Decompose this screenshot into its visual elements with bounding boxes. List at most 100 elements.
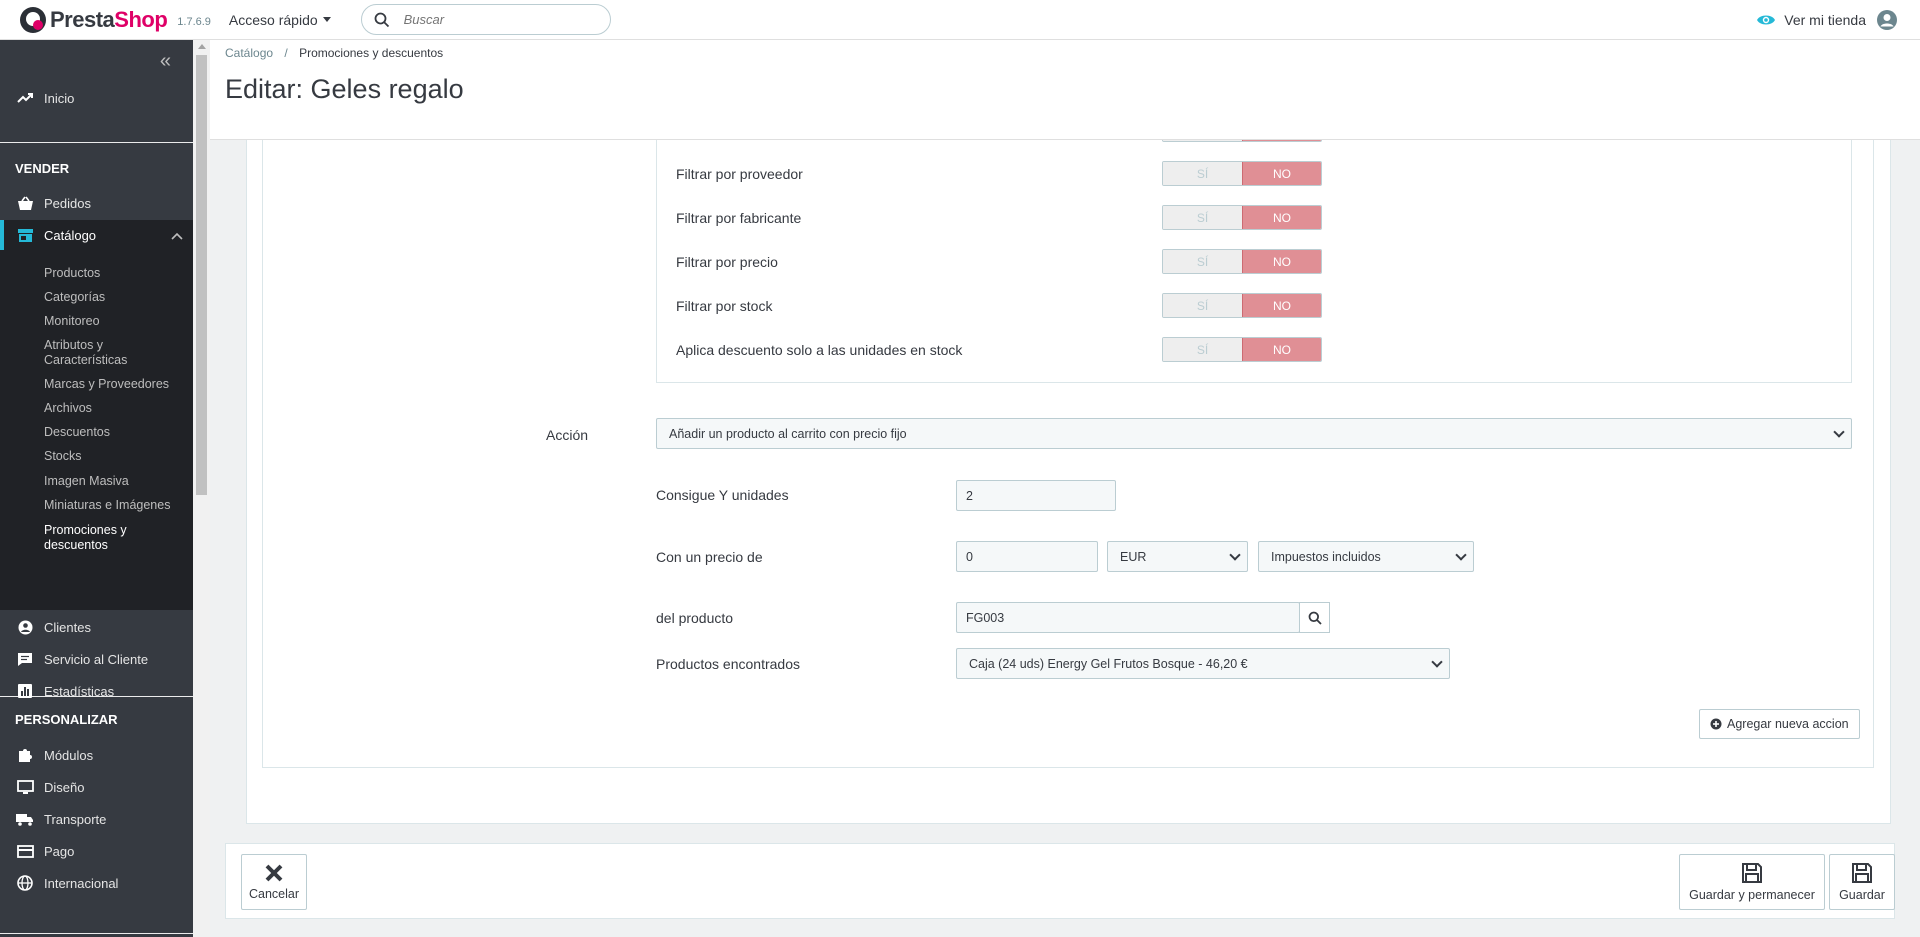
filter-stock-toggle[interactable]: SÍ NO [1162,293,1322,318]
toggle-no[interactable]: NO [1242,162,1321,185]
search-icon [374,12,389,27]
sidebar-item-orders[interactable]: Pedidos [0,193,193,213]
sidebar-item-customer-service[interactable]: Servicio al Cliente [0,649,193,669]
sidebar-divider [0,142,193,143]
chevron-down-icon [1833,426,1845,438]
submenu-item-discounts[interactable]: Descuentos [44,425,184,440]
toggle-no[interactable]: NO [1242,294,1321,317]
found-products-value: Caja (24 uds) Energy Gel Frutos Bosque -… [969,656,1248,671]
add-action-label: Agregar nueva accion [1727,717,1849,731]
trending-up-icon [16,89,34,107]
found-products-select[interactable]: Caja (24 uds) Energy Gel Frutos Bosque -… [956,648,1450,679]
cancel-button[interactable]: Cancelar [241,854,307,910]
tax-select[interactable]: Impuestos incluidos [1258,541,1474,572]
sidebar-scrollbar[interactable] [193,40,210,937]
plus-circle-icon [1710,718,1722,730]
filter-price-label: Filtrar por precio [676,254,778,270]
breadcrumb-parent-link[interactable]: Catálogo [225,46,273,60]
sidebar-item-international[interactable]: Internacional [0,873,193,893]
version-label: 1.7.6.9 [177,15,211,28]
submenu-item-stocks[interactable]: Stocks [44,449,184,464]
filter-price-toggle[interactable]: SÍ NO [1162,249,1322,274]
toggle-no[interactable]: NO [1242,206,1321,229]
sidebar-item-shipping[interactable]: Transporte [0,809,193,829]
submenu-item-thumbnails[interactable]: Miniaturas e Imágenes [44,498,184,513]
bar-chart-icon [16,682,34,700]
sidebar-divider [0,696,193,697]
save-button[interactable]: Guardar [1829,854,1895,910]
submenu-item-categories[interactable]: Categorías [44,290,184,305]
top-header: PrestaShop 1.7.6.9 Acceso rápido Ver mi … [0,0,1920,40]
toggle-yes[interactable]: SÍ [1163,162,1242,185]
sidebar-item-home[interactable]: Inicio [0,88,193,108]
submenu-item-bulk-image[interactable]: Imagen Masiva [44,474,184,489]
sidebar-item-label: Servicio al Cliente [44,651,149,667]
toggle-no[interactable]: NO [1242,338,1321,361]
collapse-sidebar-icon[interactable]: « [160,50,171,73]
filter-supplier-label: Filtrar por proveedor [676,166,803,182]
truck-icon [16,810,34,828]
sidebar-item-modules[interactable]: Módulos [0,745,193,765]
action-select-value: Añadir un producto al carrito con precio… [669,426,907,441]
scroll-up-arrow-icon[interactable] [198,44,206,49]
toggle-no[interactable]: NO [1242,250,1321,273]
add-action-button[interactable]: Agregar nueva accion [1699,709,1860,739]
toggle-yes[interactable]: SÍ [1163,206,1242,229]
eye-icon [1757,15,1776,24]
sidebar-item-catalog[interactable]: Catálogo [0,220,193,250]
product-search-input[interactable]: FG003 [956,602,1300,633]
price-input[interactable]: 0 [956,541,1098,572]
submenu-item-files[interactable]: Archivos [44,401,184,416]
section-customize-heading: PERSONALIZAR [15,712,118,727]
scrollbar-thumb[interactable] [196,55,207,495]
submenu-item-products[interactable]: Productos [44,266,184,281]
search-box[interactable] [360,4,611,35]
save-and-stay-button[interactable]: Guardar y permanecer [1679,854,1825,910]
submenu-item-attributes[interactable]: Atributos y Características [44,338,184,368]
sidebar-item-label: Catálogo [44,227,97,243]
units-input[interactable]: 2 [956,480,1116,511]
action-select[interactable]: Añadir un producto al carrito con precio… [656,418,1852,449]
chevron-down-icon [1229,549,1241,561]
globe-icon [16,874,34,892]
view-store-label: Ver mi tienda [1784,11,1866,28]
submenu-item-brands[interactable]: Marcas y Proveedores [44,377,184,392]
store-icon [16,226,34,244]
chevron-up-icon [171,228,183,243]
sidebar-item-design[interactable]: Diseño [0,777,193,797]
sidebar-item-label: Internacional [44,875,119,891]
toggle-yes[interactable]: SÍ [1163,338,1242,361]
price-label: Con un precio de [656,549,763,565]
product-search-button[interactable] [1299,602,1330,633]
toggle-yes[interactable]: SÍ [1163,250,1242,273]
action-label: Acción [546,427,589,443]
filter-in-stock-units-toggle[interactable]: SÍ NO [1162,337,1322,362]
submenu-item-promotions[interactable]: Promociones y descuentos [44,523,184,553]
monitor-icon [16,778,34,796]
prestashop-logo-icon [20,6,46,33]
quick-access-dropdown[interactable]: Acceso rápido [229,12,331,28]
prestashop-logo[interactable]: PrestaShop [20,6,168,33]
breadcrumb-separator: / [284,46,288,60]
sidebar-item-payment[interactable]: Pago [0,841,193,861]
credit-card-icon [16,842,34,860]
toggle-yes[interactable]: SÍ [1163,294,1242,317]
user-account-icon[interactable] [1876,9,1898,31]
sidebar-item-label: Pago [44,843,75,859]
sidebar-item-customers[interactable]: Clientes [0,617,193,637]
breadcrumb-current[interactable]: Promociones y descuentos [299,46,443,60]
found-products-label: Productos encontrados [656,656,800,672]
sidebar-item-stats[interactable]: Estadísticas [0,681,193,701]
view-store-link[interactable]: Ver mi tienda [1756,12,1866,28]
sidebar-item-label: Inicio [44,90,75,106]
submenu-item-monitoring[interactable]: Monitoreo [44,314,184,329]
filter-manufacturer-label: Filtrar por fabricante [676,210,802,226]
filter-supplier-toggle[interactable]: SÍ NO [1162,161,1322,186]
search-input[interactable] [403,12,584,27]
chat-icon [16,650,34,668]
currency-select[interactable]: EUR [1107,541,1248,572]
sidebar-item-label: Diseño [44,779,85,795]
filter-manufacturer-toggle[interactable]: SÍ NO [1162,205,1322,230]
filter-in-stock-units-label: Aplica descuento solo a las unidades en … [676,342,963,358]
sidebar-item-label: Módulos [44,747,94,763]
